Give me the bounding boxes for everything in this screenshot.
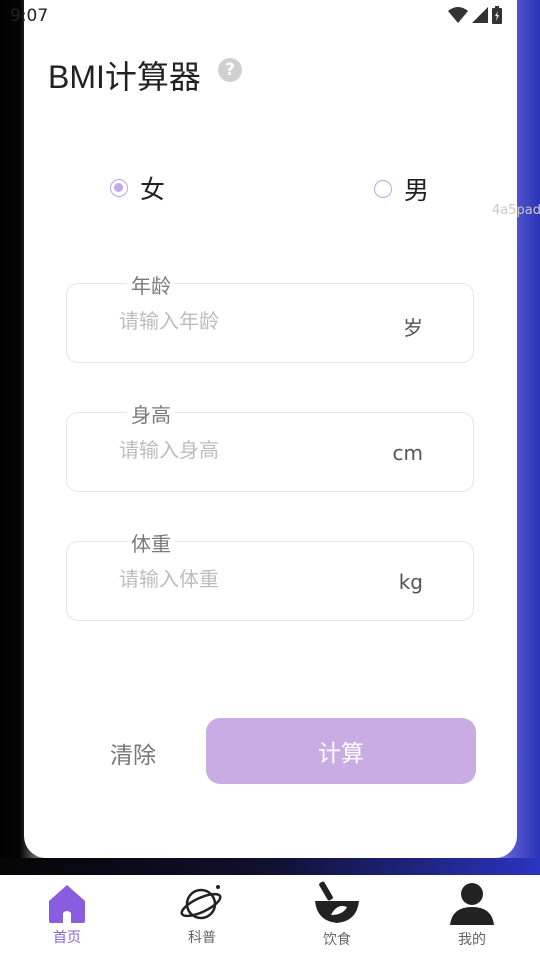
gender-female-label: 女 [140,175,166,204]
planet-icon [180,885,222,920]
height-label: 身高 [127,399,175,428]
tab-home[interactable]: 首页 [22,881,112,947]
tab-diet[interactable]: 饮食 [292,881,382,949]
radio-unchecked-icon [374,180,392,198]
tab-home-label: 首页 [53,930,81,946]
height-field: 身高 cm [66,399,474,492]
calculate-button[interactable]: 计算 [206,718,476,784]
weight-unit: kg [398,570,423,594]
clear-button[interactable]: 清除 [110,736,156,770]
status-bar: 9:07 [0,0,540,32]
page-title: BMI计算器 [48,59,201,95]
weight-input[interactable] [117,566,361,592]
status-icons [448,6,502,24]
signal-icon [472,7,488,23]
mortar-bowl-icon [315,881,359,923]
age-label: 年龄 [127,270,175,299]
status-time: 9:07 [10,6,49,26]
user-icon [450,883,494,925]
home-icon [49,885,85,923]
height-input[interactable] [117,437,361,463]
height-unit: cm [392,441,423,465]
radio-checked-icon [110,179,128,197]
tab-diet-label: 饮食 [323,932,351,948]
weight-label: 体重 [127,528,175,557]
backdrop-bottom [0,858,540,875]
tab-science-label: 科普 [188,930,216,946]
battery-icon [492,6,502,24]
watermark-text: 4a5pad [492,203,540,218]
gender-male-radio[interactable]: 男 [374,171,429,207]
gender-female-radio[interactable]: 女 [110,170,165,206]
wifi-icon [448,7,468,23]
age-field: 年龄 岁 [66,270,474,363]
age-input[interactable] [117,308,361,334]
gender-male-label: 男 [404,176,430,205]
tab-mine[interactable]: 我的 [427,881,517,949]
age-unit: 岁 [403,316,423,340]
help-icon[interactable]: ? [218,58,242,82]
bottom-tab-bar: 首页 科普 饮食 我的 [0,875,540,960]
weight-field: 体重 kg [66,528,474,621]
tab-mine-label: 我的 [458,932,486,948]
tab-science[interactable]: 科普 [157,881,247,947]
